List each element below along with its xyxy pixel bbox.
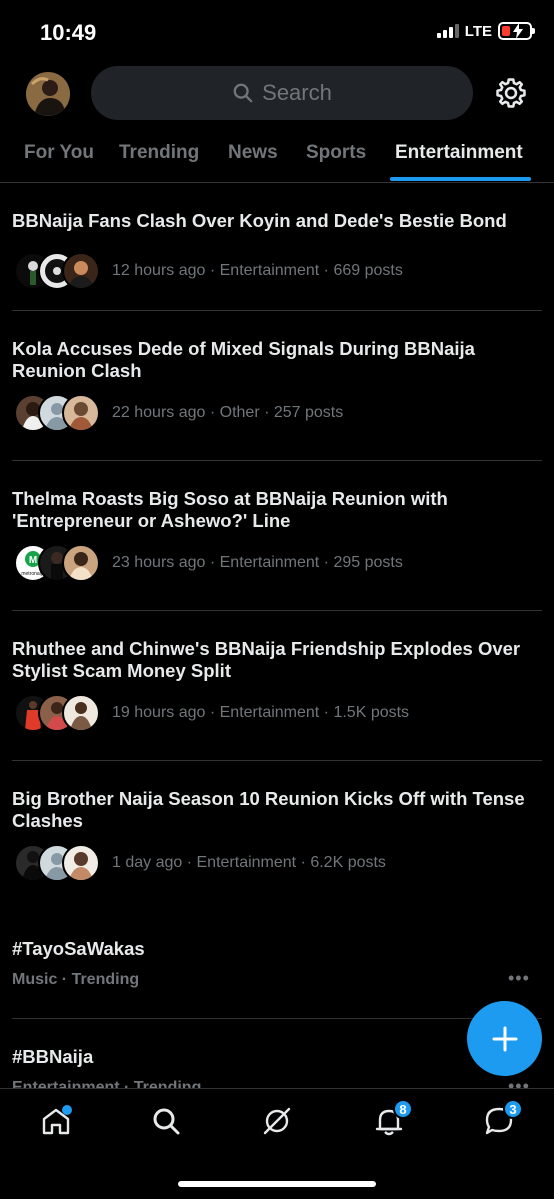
tab-sports[interactable]: Sports	[306, 142, 366, 164]
search-placeholder: Search	[262, 80, 332, 105]
nav-explore[interactable]	[150, 1105, 182, 1137]
search-bar[interactable]: Search	[91, 66, 473, 120]
news-meta-row: Mmetronaija 23 hours ago · Entertainment…	[14, 544, 403, 582]
tab-entertainment[interactable]: Entertainment	[395, 142, 523, 164]
grok-icon	[263, 1107, 291, 1135]
explore-tabs: For You Trending News Sports Entertainme…	[0, 128, 554, 183]
svg-text:M: M	[29, 555, 37, 566]
notifications-badge: 8	[393, 1099, 413, 1119]
trend-meta: Music · Trending	[12, 971, 140, 988]
news-title: Thelma Roasts Big Soso at BBNaija Reunio…	[12, 488, 448, 531]
trend-name: #BBNaija	[12, 1046, 94, 1067]
news-meta: 12 hours ago · Entertainment · 669 posts	[112, 262, 403, 279]
news-meta-row: 1 day ago · Entertainment · 6.2K posts	[14, 844, 386, 882]
news-meta: 22 hours ago · Other · 257 posts	[112, 404, 344, 421]
search-icon	[153, 1108, 180, 1135]
more-options-icon[interactable]: •••	[508, 968, 530, 989]
battery-icon	[498, 22, 535, 40]
nav-grok[interactable]	[261, 1105, 293, 1137]
network-label: LTE	[464, 22, 492, 40]
signal-icon	[436, 24, 459, 38]
status-time: 10:49	[40, 20, 97, 45]
tab-trending[interactable]: Trending	[119, 142, 199, 164]
avatar-stack	[14, 844, 106, 882]
messages-badge: 3	[503, 1099, 523, 1119]
news-title: BBNaija Fans Clash Over Koyin and Dede's…	[12, 210, 507, 231]
nav-notifications[interactable]: 8	[373, 1099, 413, 1137]
nav-messages[interactable]: 3	[483, 1099, 523, 1137]
trend-meta: Entertainment · Trending	[12, 1079, 202, 1088]
tab-news[interactable]: News	[228, 142, 278, 164]
top-header: Search	[0, 66, 554, 122]
avatar	[62, 544, 100, 582]
avatar	[62, 844, 100, 882]
avatar-stack	[14, 394, 106, 432]
status-bar: 10:49 LTE	[0, 0, 554, 62]
explore-feed[interactable]: BBNaija Fans Clash Over Koyin and Dede's…	[0, 184, 554, 1088]
avatar	[62, 694, 100, 732]
home-indicator[interactable]	[178, 1181, 376, 1187]
settings-gear-icon[interactable]	[494, 76, 528, 110]
news-meta-row: 19 hours ago · Entertainment · 1.5K post…	[14, 694, 409, 732]
divider	[12, 1018, 542, 1019]
news-meta: 1 day ago · Entertainment · 6.2K posts	[112, 854, 386, 871]
avatar-stack	[14, 694, 106, 732]
avatar	[62, 394, 100, 432]
divider	[12, 610, 542, 611]
news-title: Big Brother Naija Season 10 Reunion Kick…	[12, 788, 525, 831]
more-options-icon[interactable]: •••	[508, 1076, 530, 1088]
news-meta-row: 22 hours ago · Other · 257 posts	[14, 394, 343, 432]
tab-for-you[interactable]: For You	[24, 142, 94, 164]
plus-icon	[492, 1026, 517, 1051]
avatar-stack	[14, 252, 106, 290]
compose-button[interactable]	[467, 1001, 542, 1076]
status-indicators: LTE	[436, 22, 535, 40]
news-title: Rhuthee and Chinwe's BBNaija Friendship …	[12, 638, 521, 681]
avatar-stack: Mmetronaija	[14, 544, 106, 582]
news-title: Kola Accuses Dede of Mixed Signals Durin…	[12, 338, 475, 381]
divider	[12, 460, 542, 461]
news-meta-row: 12 hours ago · Entertainment · 669 posts	[14, 252, 403, 290]
home-unread-dot	[62, 1105, 72, 1115]
nav-home[interactable]	[40, 1105, 72, 1137]
trend-name: #TayoSaWakas	[12, 938, 145, 959]
search-icon	[233, 83, 253, 103]
news-meta: 19 hours ago · Entertainment · 1.5K post…	[112, 704, 410, 721]
divider	[12, 760, 542, 761]
avatar	[62, 252, 100, 290]
divider	[12, 310, 542, 311]
profile-avatar[interactable]	[26, 72, 70, 116]
active-tab-indicator	[390, 177, 531, 181]
news-meta: 23 hours ago · Entertainment · 295 posts	[112, 554, 403, 571]
